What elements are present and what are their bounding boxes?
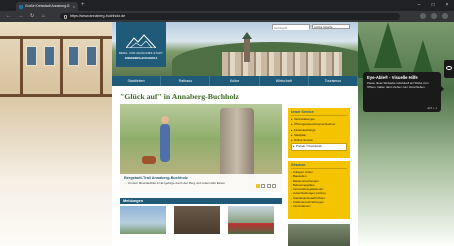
eye-icon xyxy=(446,66,452,70)
address-bar[interactable]: https://www.annaberg-buchholz.de xyxy=(60,13,400,20)
forward-button[interactable]: → xyxy=(18,13,23,20)
browser-tab[interactable]: Große Kreisstadt Annaberg-B × xyxy=(16,2,78,11)
visual-help-text: Passe diese Webseite individuell an! Kli… xyxy=(367,81,429,89)
visual-help-button[interactable] xyxy=(444,60,454,78)
news-thumbnail[interactable] xyxy=(288,224,350,246)
links-title: Gesehen xyxy=(291,163,347,169)
tower-illustration xyxy=(220,108,254,178)
cyclist-illustration xyxy=(160,116,170,162)
feature-caption: Bergstadt-Trail Annaberg-Buchholz … mit … xyxy=(120,174,282,192)
nav-item-stadtleben[interactable]: Stadtleben xyxy=(112,76,162,86)
search-input[interactable] xyxy=(273,27,309,30)
tab-title: Große Kreisstadt Annaberg-B xyxy=(25,4,70,8)
menu-icon[interactable] xyxy=(442,13,448,19)
site-favicon-icon xyxy=(19,4,23,9)
site-logo[interactable]: BERG- UND ADAM-RIES-STADT ANNABERG-BUCHH… xyxy=(116,22,166,67)
news-thumbnail[interactable] xyxy=(228,206,274,234)
window-close-button[interactable]: × xyxy=(440,0,454,11)
browser-toolbar: ← → ↻ ⌂ https://www.annaberg-buchholz.de xyxy=(0,11,454,22)
news-thumbnail[interactable] xyxy=(120,206,166,234)
nav-item-tourismus[interactable]: Tourismus xyxy=(309,76,359,86)
web-page: BERG- UND ADAM-RIES-STADT ANNABERG-BUCHH… xyxy=(0,22,454,246)
nav-item-kultur[interactable]: Kultur xyxy=(210,76,260,86)
minimize-button[interactable]: – xyxy=(412,0,426,11)
profile-icon[interactable] xyxy=(431,13,437,19)
reload-button[interactable]: ↻ xyxy=(30,13,34,20)
toolbar-icons xyxy=(420,13,448,19)
nav-item-wirtschaft[interactable]: Wirtschaft xyxy=(260,76,309,86)
language-select[interactable]: Leichte Sprache xyxy=(312,24,350,29)
search-field[interactable] xyxy=(272,24,310,30)
new-tab-button[interactable]: + xyxy=(81,2,85,8)
service-link[interactable]: Portale / Downloads xyxy=(291,143,347,151)
feature-slider[interactable]: Bergstadt-Trail Annaberg-Buchholz … mit … xyxy=(120,104,282,192)
slider-dot[interactable] xyxy=(266,184,271,188)
feature-title[interactable]: Bergstadt-Trail Annaberg-Buchholz xyxy=(124,176,278,180)
news-heading: Meldungen xyxy=(120,198,282,204)
main-navigation: Stadtleben Rathaus Kultur Wirtschaft Tou… xyxy=(112,76,359,86)
lock-icon xyxy=(64,14,67,19)
visual-help-shortcut: ALT + 1 xyxy=(427,106,437,110)
service-title: Unser Service xyxy=(291,110,347,116)
slider-dot[interactable] xyxy=(272,184,276,188)
address-url: https://www.annaberg-buchholz.de xyxy=(70,14,126,19)
slider-dot[interactable] xyxy=(261,184,265,188)
page-title: "Glück auf" in Annaberg-Buchholz xyxy=(120,92,239,101)
logo-subtitle: BERG- UND ADAM-RIES-STADT xyxy=(119,52,163,55)
links-box: Gesehen Anliegen online Baustellen Bekan… xyxy=(288,161,350,219)
tab-close-icon[interactable]: × xyxy=(73,4,75,9)
background-left-house xyxy=(0,22,115,246)
home-button[interactable]: ⌂ xyxy=(42,13,45,20)
logo-title: ANNABERG-BUCHHOLZ xyxy=(124,56,158,60)
slider-dot[interactable] xyxy=(255,184,260,188)
back-button[interactable]: ← xyxy=(6,13,11,20)
news-thumbnail[interactable] xyxy=(174,206,220,234)
mountain-logo-icon xyxy=(126,34,156,48)
dog-illustration xyxy=(142,156,156,164)
extensions-icon[interactable] xyxy=(420,13,426,19)
slider-dots xyxy=(255,184,276,188)
browser-tabbar: Große Kreisstadt Annaberg-B × + – □ × xyxy=(0,0,454,11)
nav-item-rathaus[interactable]: Rathaus xyxy=(161,76,211,86)
visual-help-tooltip: Eye-Able® - Visuelle Hilfe Passe diese W… xyxy=(363,72,444,112)
service-box: Unser Service Veranstaltungen Öffnungsze… xyxy=(288,108,350,158)
maximize-button[interactable]: □ xyxy=(426,0,440,11)
site-container: BERG- UND ADAM-RIES-STADT ANNABERG-BUCHH… xyxy=(112,22,359,246)
window-controls: – □ × xyxy=(412,0,454,11)
visual-help-title: Eye-Able® - Visuelle Hilfe xyxy=(367,75,418,80)
quick-link[interactable]: Informationen xyxy=(291,204,347,208)
